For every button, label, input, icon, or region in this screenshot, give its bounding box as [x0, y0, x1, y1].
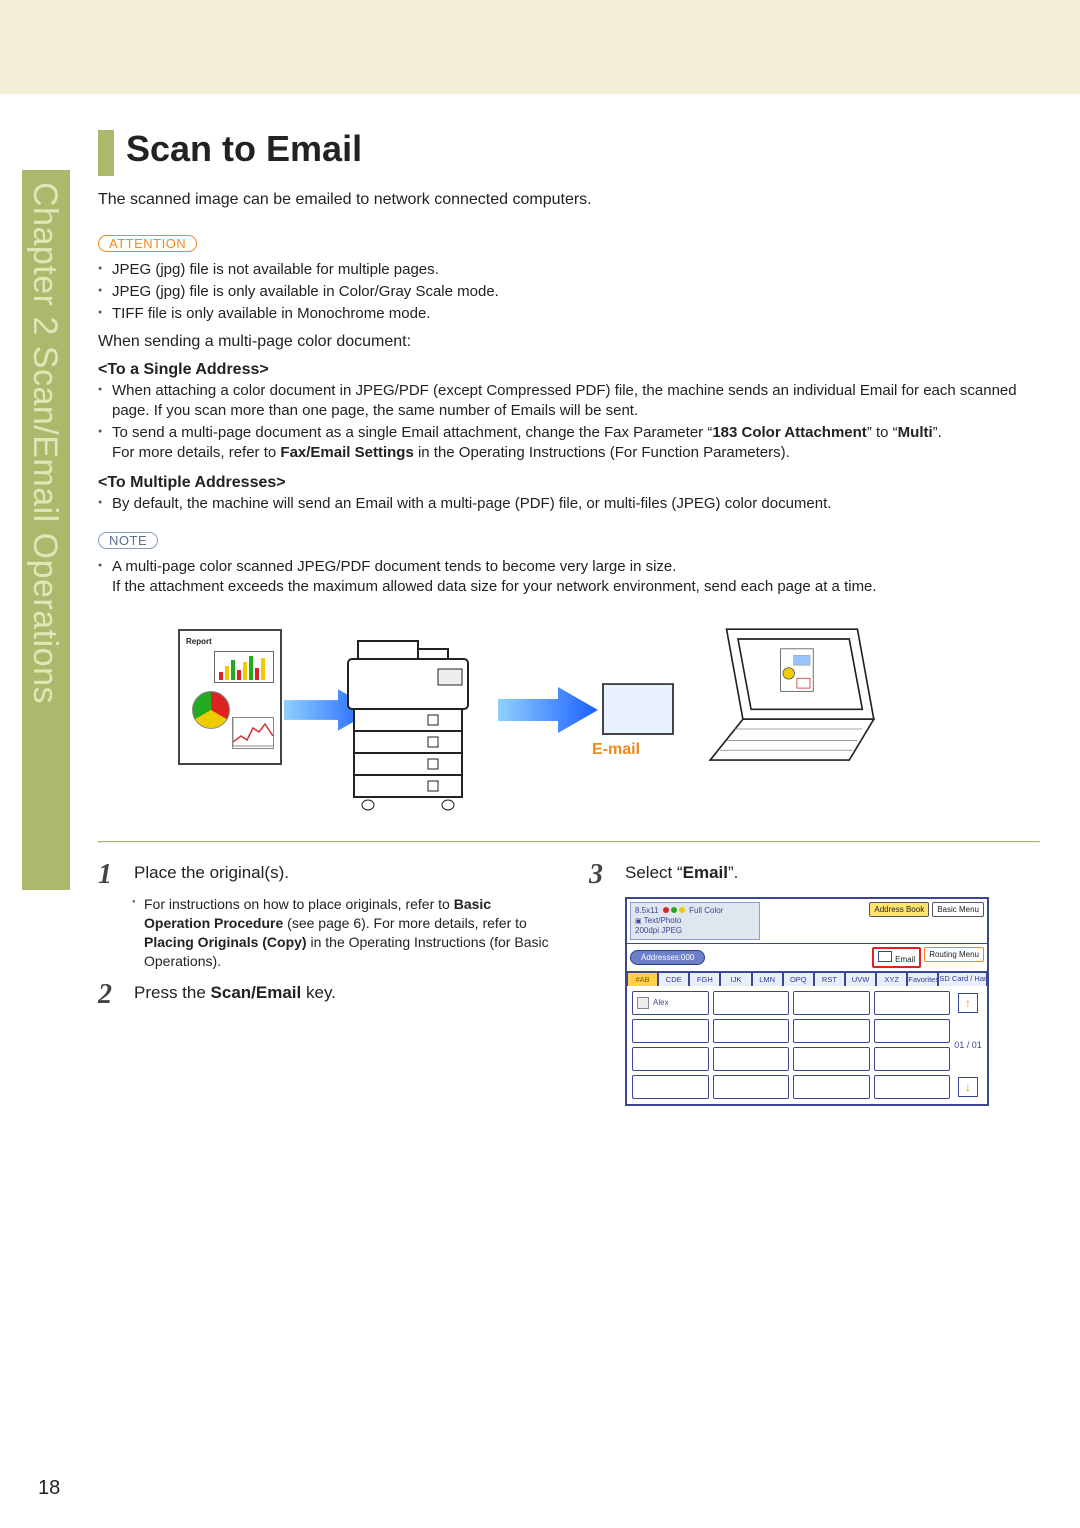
page-body: Scan to Email The scanned image can be e… — [98, 128, 1040, 1106]
address-entry[interactable] — [713, 1047, 790, 1071]
alpha-tab[interactable]: RST — [814, 972, 845, 986]
page-title: Scan to Email — [126, 128, 1040, 170]
note-item: A multi-page color scanned JPEG/PDF docu… — [98, 557, 1040, 598]
address-grid: Alex ↑ 01 / 01 — [627, 986, 987, 1104]
scroll-up[interactable]: ↑ — [954, 991, 982, 1015]
printer-icon — [328, 619, 498, 819]
attention-pill: ATTENTION — [98, 235, 197, 252]
alpha-tab[interactable]: SD Card / Hard Drive — [938, 972, 987, 986]
screen-top-buttons: Address Book Basic Menu — [869, 902, 984, 940]
step-number: 3 — [589, 861, 611, 889]
multipage-para: When sending a multi-page color document… — [98, 333, 1040, 351]
alpha-tab[interactable]: Favorites — [907, 972, 938, 986]
intro-text: The scanned image can be emailed to netw… — [98, 190, 1040, 211]
address-entry[interactable] — [713, 1075, 790, 1099]
envelope-icon — [878, 951, 892, 962]
email-label: E-mail — [592, 741, 640, 759]
attention-list: JPEG (jpg) file is not available for mul… — [98, 260, 1040, 325]
alpha-tab[interactable]: UVW — [845, 972, 876, 986]
address-entry[interactable] — [632, 1075, 709, 1099]
address-book-button[interactable]: Address Book — [869, 902, 929, 917]
attention-item: TIFF file is only available in Monochrom… — [98, 304, 1040, 324]
addresses-pill[interactable]: Addresses:000 — [630, 950, 705, 965]
alpha-tab[interactable]: OPQ — [783, 972, 814, 986]
single-address-head: <To a Single Address> — [98, 361, 1040, 379]
alpha-tab[interactable]: FGH — [689, 972, 720, 986]
note-pill: NOTE — [98, 532, 158, 549]
attention-item: JPEG (jpg) file is only available in Col… — [98, 282, 1040, 302]
envelope-icon — [602, 683, 674, 735]
document-icon: Report — [178, 629, 282, 765]
steps-row: 1 Place the original(s). For instruction… — [98, 855, 1040, 1106]
steps-col-right: 3 Select “Email”. 8.5x11 Full Color ▣ Te… — [589, 855, 1040, 1106]
steps-col-left: 1 Place the original(s). For instruction… — [98, 855, 549, 1106]
steps-divider — [98, 841, 1040, 843]
step-1: 1 Place the original(s). — [98, 861, 549, 889]
status-panel: 8.5x11 Full Color ▣ Text/Photo 200dpi JP… — [630, 902, 760, 940]
step-number: 1 — [98, 861, 120, 889]
attention-item: JPEG (jpg) file is not available for mul… — [98, 260, 1040, 280]
address-entry[interactable] — [793, 1075, 870, 1099]
alpha-tab[interactable]: IJK — [720, 972, 751, 986]
flow-diagram: Report — [178, 611, 858, 831]
title-accent-bar — [98, 130, 114, 176]
address-entry[interactable] — [793, 991, 870, 1015]
alpha-tab[interactable]: #AB — [627, 972, 658, 986]
user-icon — [637, 997, 649, 1009]
address-entry[interactable] — [713, 991, 790, 1015]
address-entry[interactable] — [632, 1047, 709, 1071]
chapter-tab: Chapter 2 Scan/Email Operations — [22, 170, 70, 890]
screen-mid-row: Addresses:000 Email Routing Menu — [627, 944, 987, 972]
step-number: 2 — [98, 981, 120, 1009]
address-entry[interactable] — [874, 991, 951, 1015]
address-entry[interactable] — [874, 1075, 951, 1099]
address-entry[interactable] — [713, 1019, 790, 1043]
address-entry[interactable] — [874, 1019, 951, 1043]
address-entry[interactable] — [874, 1047, 951, 1071]
note-list: A multi-page color scanned JPEG/PDF docu… — [98, 557, 1040, 598]
arrow-icon — [498, 687, 598, 733]
address-entry[interactable] — [632, 1019, 709, 1043]
step-text: Press the Scan/Email key. — [134, 981, 549, 1009]
single-address-item: To send a multi-page document as a singl… — [98, 423, 1040, 464]
step-1-note: For instructions on how to place origina… — [132, 895, 549, 971]
step-3: 3 Select “Email”. — [589, 861, 1040, 889]
step-2: 2 Press the Scan/Email key. — [98, 981, 549, 1009]
multi-address-item: By default, the machine will send an Ema… — [98, 494, 1040, 514]
alpha-tabs: #AB CDE FGH IJK LMN OPQ RST UVW XYZ Favo… — [627, 972, 987, 986]
laptop-icon — [702, 621, 882, 781]
basic-menu-button[interactable]: Basic Menu — [932, 902, 984, 917]
page-counter: 01 / 01 — [954, 1019, 982, 1071]
address-entry[interactable]: Alex — [632, 991, 709, 1015]
multi-address-list: By default, the machine will send an Ema… — [98, 494, 1040, 514]
top-cream-band — [0, 0, 1080, 94]
page-number: 18 — [38, 1477, 60, 1500]
scroll-down[interactable]: ↓ — [954, 1075, 982, 1099]
alpha-tab[interactable]: CDE — [658, 972, 689, 986]
alpha-tab[interactable]: XYZ — [876, 972, 907, 986]
email-button[interactable]: Email — [872, 947, 921, 968]
address-entry[interactable] — [793, 1047, 870, 1071]
chapter-tab-label: Chapter 2 Scan/Email Operations — [25, 182, 64, 704]
step-text: Place the original(s). — [134, 861, 549, 889]
alpha-tab[interactable]: LMN — [752, 972, 783, 986]
single-address-item: When attaching a color document in JPEG/… — [98, 381, 1040, 422]
screen-top-row: 8.5x11 Full Color ▣ Text/Photo 200dpi JP… — [627, 899, 987, 944]
step-text: Select “Email”. — [625, 861, 1040, 889]
address-entry[interactable] — [793, 1019, 870, 1043]
device-screen: 8.5x11 Full Color ▣ Text/Photo 200dpi JP… — [625, 897, 989, 1106]
single-address-list: When attaching a color document in JPEG/… — [98, 381, 1040, 464]
multi-address-head: <To Multiple Addresses> — [98, 474, 1040, 492]
routing-menu-button[interactable]: Routing Menu — [924, 947, 984, 962]
step-1-notes: For instructions on how to place origina… — [132, 895, 549, 971]
